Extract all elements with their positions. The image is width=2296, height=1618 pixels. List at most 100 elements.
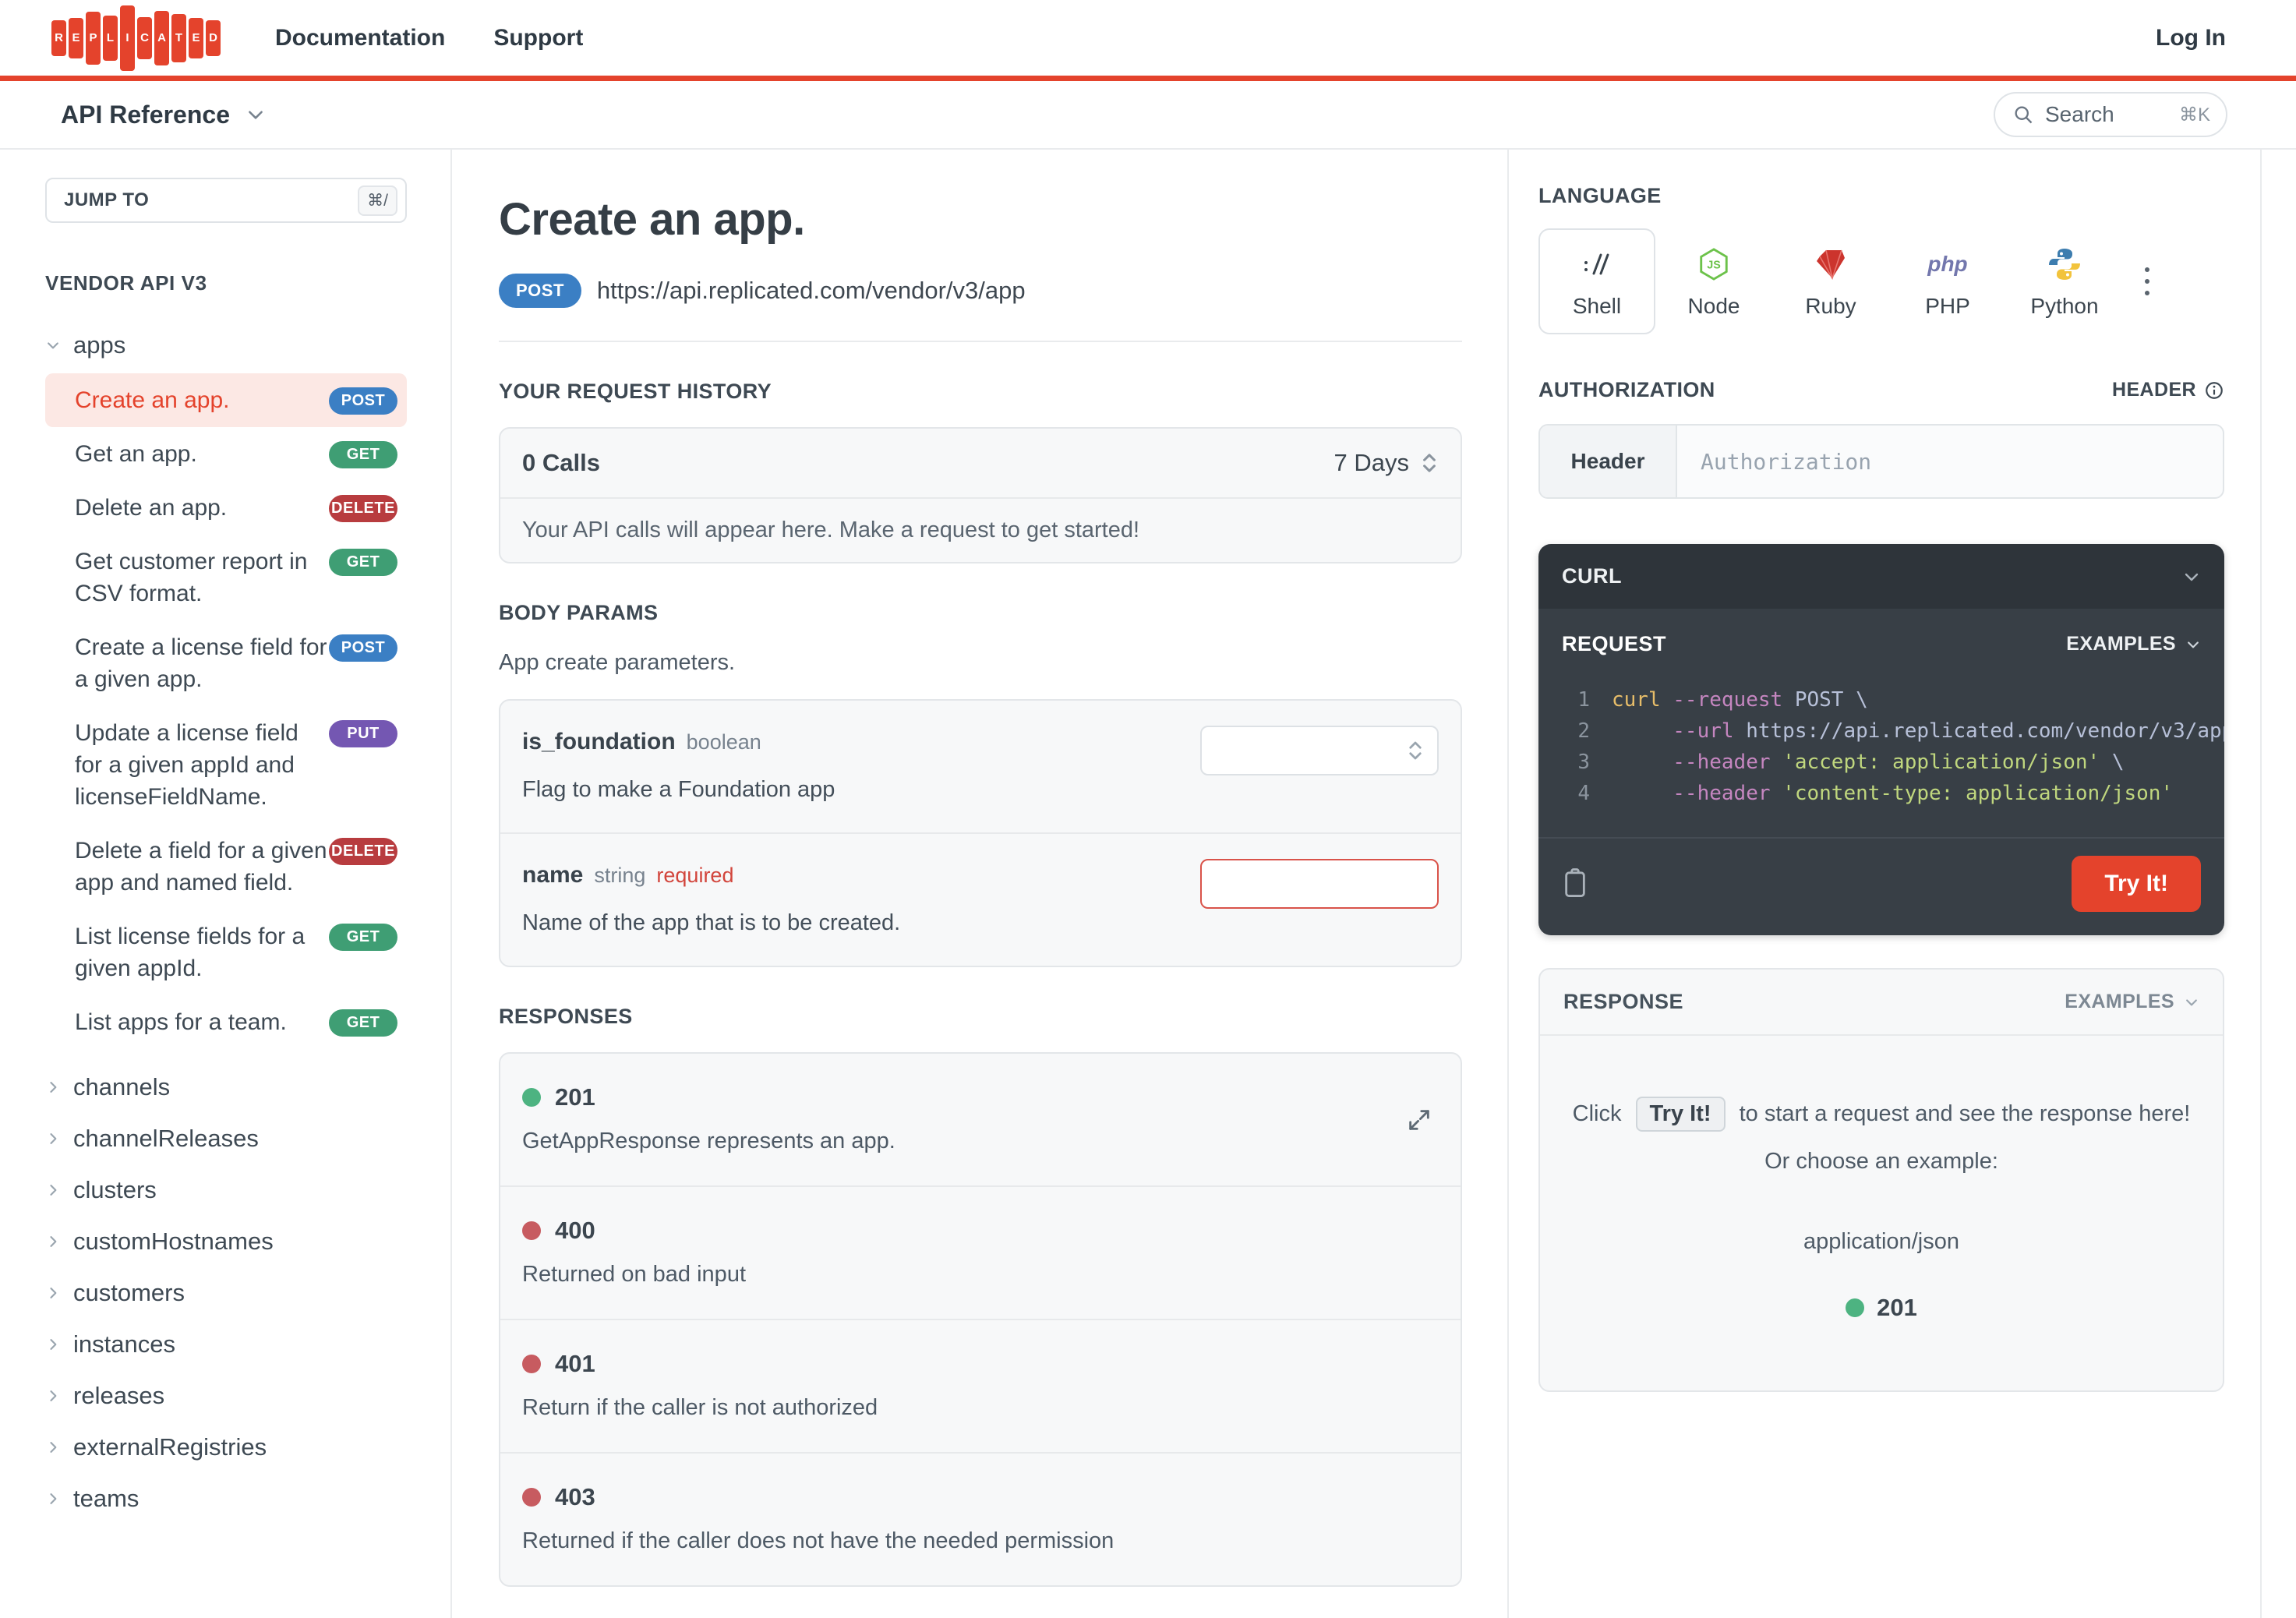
- examples-label: EXAMPLES: [2066, 633, 2176, 655]
- language-ruby[interactable]: Ruby: [1772, 228, 1889, 334]
- logo-letter-tile: A: [154, 10, 169, 65]
- sidebar-group-item[interactable]: channelReleases: [45, 1113, 407, 1164]
- sidebar-group-item[interactable]: teams: [45, 1473, 407, 1524]
- chevron-right-icon: [45, 1337, 61, 1352]
- more-languages-menu[interactable]: [2135, 257, 2159, 306]
- sidebar-group-item[interactable]: customers: [45, 1267, 407, 1319]
- hint-text: Click: [1572, 1101, 1622, 1126]
- sidebar-group-item[interactable]: externalRegistries: [45, 1422, 407, 1473]
- sidebar-endpoint-item[interactable]: List license fields for a given appId. G…: [45, 910, 407, 995]
- response-panel-title: RESPONSE: [1563, 990, 1684, 1013]
- sidebar-endpoint-item[interactable]: Delete an app. DELETE: [45, 481, 407, 535]
- is-foundation-select[interactable]: [1200, 726, 1439, 775]
- language-label: Python: [2030, 294, 2099, 318]
- response-row[interactable]: 201 GetAppResponse represents an app.: [500, 1054, 1461, 1185]
- curl-panel-footer: Try It!: [1538, 837, 2224, 935]
- top-header: REPLICATED Documentation Support Log In: [0, 0, 2296, 81]
- name-input[interactable]: [1200, 859, 1439, 909]
- sidebar-endpoint-item[interactable]: Create an app. POST: [45, 373, 407, 427]
- method-badge: POST: [329, 387, 397, 415]
- sidebar-group-label: customHostnames: [73, 1228, 274, 1255]
- sidebar-group-item[interactable]: releases: [45, 1370, 407, 1422]
- nav-documentation[interactable]: Documentation: [275, 25, 445, 51]
- sidebar-group-item[interactable]: clusters: [45, 1164, 407, 1216]
- login-button[interactable]: Log In: [2156, 25, 2226, 51]
- logo-letter-tile: E: [69, 17, 83, 58]
- sidebar-group-item[interactable]: instances: [45, 1319, 407, 1370]
- response-description: Return if the caller is not authorized: [522, 1395, 878, 1420]
- sidebar-group-label: apps: [73, 331, 126, 359]
- language-label: PHP: [1925, 294, 1970, 318]
- status-dot-icon: [522, 1355, 541, 1373]
- authorization-type-label: HEADER: [2112, 379, 2196, 401]
- language-label: Shell: [1572, 294, 1622, 318]
- sidebar-endpoint-item[interactable]: Delete a field for a given app and named…: [45, 824, 407, 910]
- response-example-code: 201: [1877, 1294, 1917, 1321]
- request-history-summary: 0 Calls 7 Days: [500, 429, 1461, 499]
- php-icon: php: [1927, 252, 1968, 276]
- endpoint-label: Delete an app.: [75, 495, 228, 521]
- replicated-logo[interactable]: REPLICATED: [51, 5, 221, 71]
- response-panel-body: Click Try It! to start a request and see…: [1540, 1036, 2223, 1390]
- sidebar-group-item[interactable]: channels: [45, 1062, 407, 1113]
- sidebar-endpoint-item[interactable]: List apps for a team. GET: [45, 995, 407, 1049]
- history-range-select[interactable]: 7 Days: [1334, 449, 1439, 477]
- language-heading: LANGUAGE: [1538, 184, 1662, 207]
- language-python[interactable]: Python: [2006, 228, 2123, 334]
- try-it-button[interactable]: Try It!: [2072, 856, 2201, 912]
- sidebar-group-list: channels channelReleases clusters custom…: [45, 1062, 407, 1524]
- sidebar-group-item[interactable]: customHostnames: [45, 1216, 407, 1267]
- sidebar-group-label: clusters: [73, 1176, 157, 1203]
- logo-letter-tile: L: [103, 15, 118, 61]
- sidebar-group-label: channels: [73, 1073, 171, 1100]
- sidebar-group-apps[interactable]: apps: [45, 331, 407, 359]
- language-label: Node: [1687, 294, 1740, 318]
- chevron-right-icon: [45, 1131, 61, 1146]
- endpoint-label: Create a license field for a given app.: [75, 634, 327, 692]
- response-examples-dropdown[interactable]: EXAMPLES: [2065, 991, 2199, 1013]
- request-label: REQUEST: [1562, 632, 1667, 655]
- sidebar-group-label: releases: [73, 1382, 165, 1409]
- info-icon[interactable]: [2204, 380, 2224, 401]
- sidebar-endpoint-item[interactable]: Get an app. GET: [45, 427, 407, 481]
- api-reference-selector[interactable]: API Reference: [61, 101, 266, 129]
- param-row-is-foundation: is_foundation boolean Flag to make a Fou…: [500, 701, 1461, 832]
- method-badge: GET: [329, 924, 397, 951]
- sidebar-endpoint-item[interactable]: Create a license field for a given app. …: [45, 620, 407, 706]
- endpoint-label: List license fields for a given appId.: [75, 924, 306, 981]
- try-it-chip: Try It!: [1635, 1097, 1726, 1132]
- search-input[interactable]: Search ⌘K: [1994, 92, 2227, 137]
- curl-panel-header[interactable]: CURL: [1538, 544, 2224, 609]
- python-icon: [2047, 246, 2082, 283]
- response-row[interactable]: 400 Returned on bad input: [500, 1185, 1461, 1319]
- copy-icon[interactable]: [1562, 868, 1588, 899]
- nav-support[interactable]: Support: [493, 25, 583, 51]
- expand-icon[interactable]: [1406, 1107, 1432, 1133]
- status-dot-icon: [522, 1088, 541, 1107]
- curl-code-block[interactable]: 1 curl --request POST \ 2 --url https://ap…: [1538, 662, 2224, 837]
- authorization-field: Header Authorization: [1538, 424, 2224, 499]
- chevron-right-icon: [45, 1491, 61, 1507]
- chevron-down-icon: [45, 337, 61, 353]
- language-node[interactable]: JS Node: [1655, 228, 1772, 334]
- jump-to-input[interactable]: JUMP TO ⌘/: [45, 178, 407, 223]
- response-example-201[interactable]: 201: [1571, 1294, 2192, 1322]
- header-nav: Documentation Support: [275, 25, 583, 51]
- responses-heading: RESPONSES: [499, 1005, 633, 1028]
- endpoint-label: Get an app.: [75, 441, 197, 467]
- endpoint-label: Delete a field for a given app and named…: [75, 838, 327, 896]
- response-row[interactable]: 401 Return if the caller is not authoriz…: [500, 1319, 1461, 1452]
- authorization-input[interactable]: Authorization: [1677, 426, 2223, 497]
- subheader: API Reference Search ⌘K: [0, 81, 2296, 150]
- request-history-heading: YOUR REQUEST HISTORY: [499, 380, 772, 403]
- sidebar-endpoint-item[interactable]: Update a license field for a given appId…: [45, 706, 407, 824]
- language-php[interactable]: php PHP: [1889, 228, 2006, 334]
- language-shell[interactable]: Shell: [1538, 228, 1655, 334]
- chevron-down-icon: [2182, 567, 2201, 586]
- request-examples-dropdown[interactable]: EXAMPLES: [2066, 633, 2201, 655]
- language-label: Ruby: [1805, 294, 1856, 318]
- response-row[interactable]: 403 Returned if the caller does not have…: [500, 1452, 1461, 1585]
- status-dot-icon: [522, 1488, 541, 1507]
- response-code: 400: [555, 1217, 595, 1244]
- sidebar-endpoint-item[interactable]: Get customer report in CSV format. GET: [45, 535, 407, 620]
